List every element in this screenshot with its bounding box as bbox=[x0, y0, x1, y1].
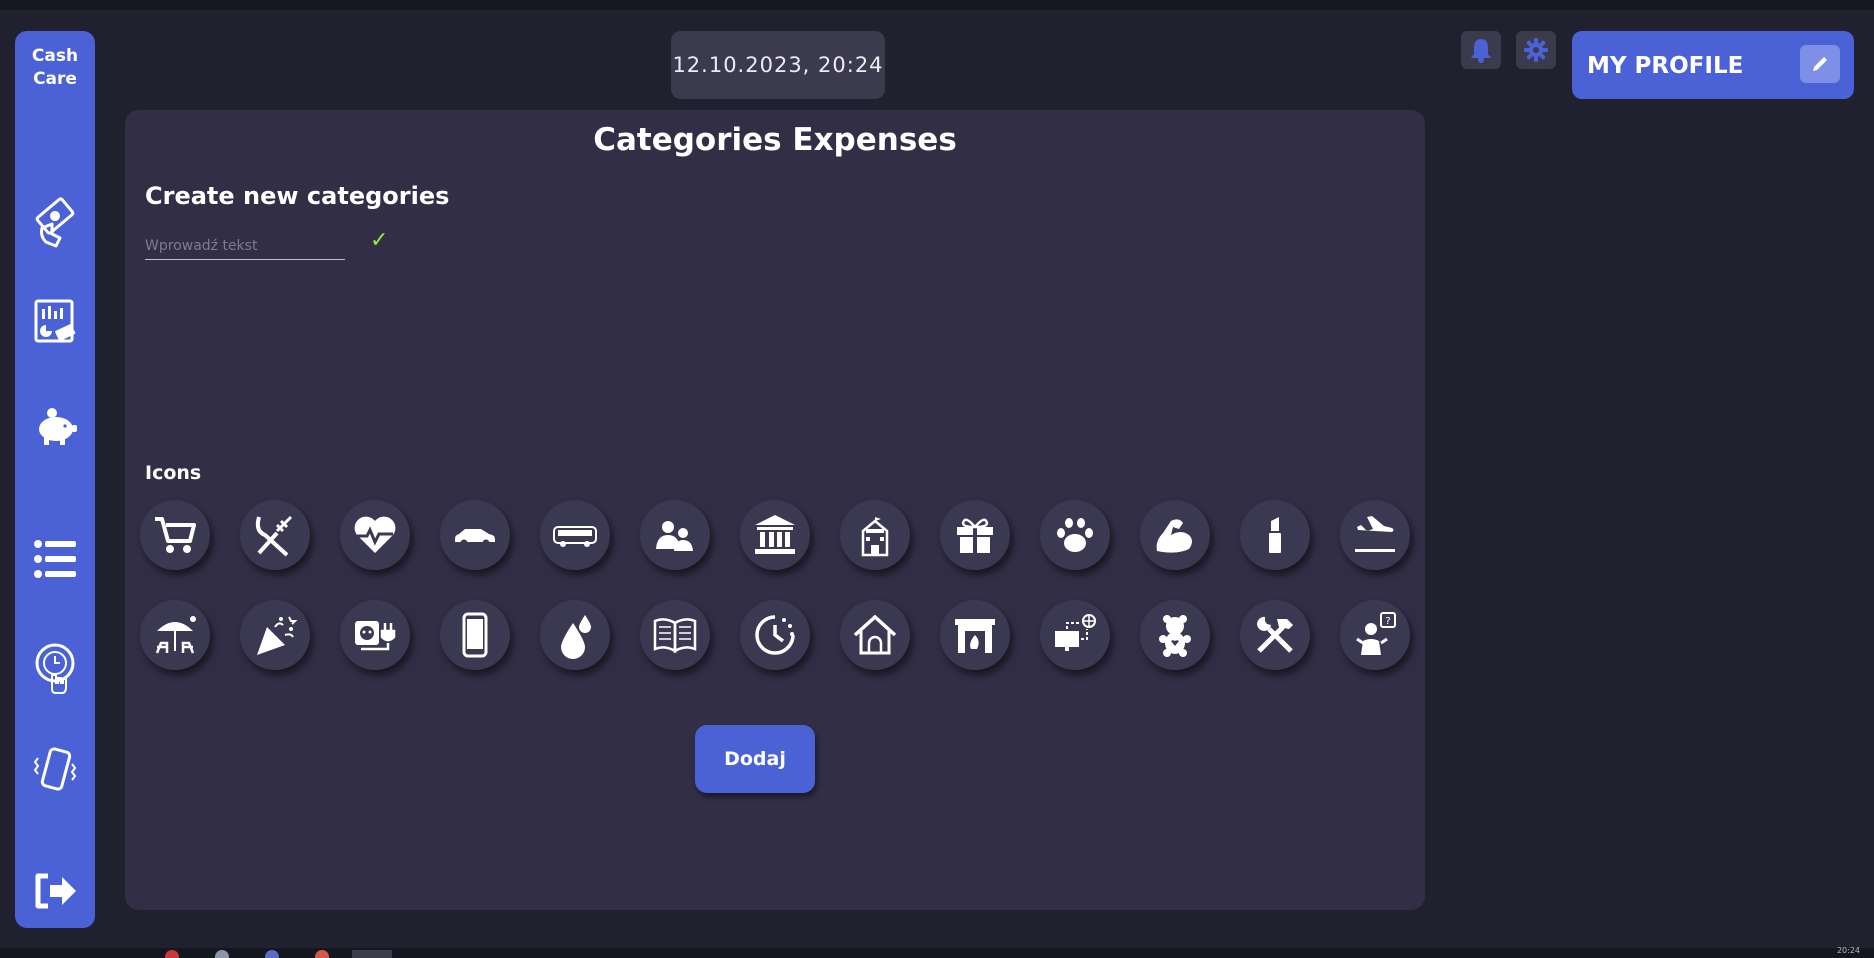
taskbar-app-icon[interactable] bbox=[265, 950, 279, 958]
sidebar-item-list[interactable] bbox=[32, 532, 78, 586]
reports-icon bbox=[34, 299, 76, 343]
icon-option-vacation[interactable] bbox=[140, 600, 210, 670]
icon-option-heating[interactable] bbox=[940, 600, 1010, 670]
muscle-icon bbox=[1156, 519, 1192, 553]
icon-option-repairs[interactable] bbox=[1240, 600, 1310, 670]
sidebar-item-savings[interactable] bbox=[32, 399, 78, 453]
brand-line-1: Cash bbox=[31, 46, 79, 66]
party-popper-icon bbox=[257, 616, 298, 655]
sidebar-item-recurring[interactable] bbox=[32, 641, 78, 695]
brand-logo: Cash Care bbox=[15, 45, 95, 91]
current-datetime: 12.10.2023, 20:24 bbox=[671, 31, 885, 99]
pencil-icon bbox=[1813, 57, 1827, 71]
person-question-icon: ? bbox=[1356, 612, 1396, 655]
sidebar: Cash Care bbox=[15, 31, 95, 928]
shopping-cart-icon bbox=[155, 517, 196, 553]
family-icon bbox=[656, 521, 693, 551]
icon-option-family[interactable] bbox=[640, 500, 710, 570]
fork-knife-icon bbox=[255, 515, 293, 557]
page-title: Categories Expenses bbox=[593, 122, 957, 158]
profile-label: MY PROFILE bbox=[1587, 53, 1744, 79]
open-book-icon bbox=[653, 618, 697, 654]
confirm-check-icon[interactable]: ✓ bbox=[370, 228, 388, 253]
logout-icon bbox=[35, 873, 76, 909]
category-name-input[interactable] bbox=[145, 233, 345, 260]
os-taskbar: 20:24 bbox=[0, 946, 1874, 958]
icon-option-pets[interactable] bbox=[1040, 500, 1110, 570]
brand-line-2: Care bbox=[33, 69, 77, 89]
icon-option-bus[interactable] bbox=[540, 500, 610, 570]
list-icon bbox=[34, 540, 76, 578]
taskbar-app-icon[interactable] bbox=[165, 950, 179, 958]
fireplace-icon bbox=[955, 619, 995, 653]
school-icon bbox=[861, 515, 889, 557]
icon-option-car[interactable] bbox=[440, 500, 510, 570]
bell-icon bbox=[1471, 39, 1491, 63]
electric-outlet-icon bbox=[355, 621, 396, 651]
tools-icon bbox=[1257, 616, 1293, 653]
icon-option-gift[interactable] bbox=[940, 500, 1010, 570]
logout-button[interactable] bbox=[32, 866, 78, 920]
icon-option-party[interactable] bbox=[240, 600, 310, 670]
taskbar-clock: 20:24 bbox=[1836, 946, 1860, 955]
icon-option-beauty[interactable] bbox=[1240, 500, 1310, 570]
icon-option-electricity[interactable] bbox=[340, 600, 410, 670]
plane-landing-icon bbox=[1355, 516, 1395, 552]
phone-vibrate-icon bbox=[33, 747, 77, 791]
smartphone-icon bbox=[462, 612, 488, 658]
taskbar-active-app[interactable] bbox=[352, 950, 392, 958]
icon-option-travel[interactable] bbox=[1340, 500, 1410, 570]
taskbar-app-icon[interactable] bbox=[315, 950, 329, 958]
piggy-bank-icon bbox=[39, 408, 77, 445]
svg-text:?: ? bbox=[1385, 616, 1390, 627]
add-category-button[interactable]: Dodaj bbox=[695, 725, 815, 793]
categories-panel: Categories Expenses Create new categorie… bbox=[125, 110, 1425, 910]
bus-icon bbox=[553, 526, 597, 547]
house-icon bbox=[853, 614, 897, 655]
notifications-button[interactable] bbox=[1461, 31, 1501, 69]
icons-label: Icons bbox=[145, 462, 202, 484]
edit-profile-button[interactable] bbox=[1800, 45, 1840, 83]
icon-option-water[interactable] bbox=[540, 600, 610, 670]
taskbar-app-icon[interactable] bbox=[215, 950, 229, 958]
icon-option-subscriptions[interactable] bbox=[740, 600, 810, 670]
icon-option-education[interactable] bbox=[640, 600, 710, 670]
settings-button[interactable] bbox=[1516, 31, 1556, 69]
my-profile-card[interactable]: MY PROFILE bbox=[1572, 31, 1854, 99]
sidebar-item-reports[interactable] bbox=[32, 297, 78, 351]
payment-hand-icon bbox=[35, 197, 75, 248]
bank-icon bbox=[755, 515, 795, 554]
icon-option-health[interactable] bbox=[340, 500, 410, 570]
icon-option-fitness[interactable] bbox=[1140, 500, 1210, 570]
icon-option-other[interactable]: ? bbox=[1340, 600, 1410, 670]
sidebar-item-mobile[interactable] bbox=[32, 744, 78, 798]
lipstick-icon bbox=[1269, 517, 1281, 553]
sidebar-item-payments[interactable] bbox=[32, 194, 78, 248]
icon-option-school[interactable] bbox=[840, 500, 910, 570]
teddy-bear-icon bbox=[1159, 615, 1191, 657]
computer-network-icon bbox=[1055, 614, 1096, 651]
beach-umbrella-icon bbox=[155, 616, 196, 654]
icon-option-internet[interactable] bbox=[1040, 600, 1110, 670]
paw-icon bbox=[1057, 518, 1093, 552]
icon-option-kids[interactable] bbox=[1140, 600, 1210, 670]
water-drop-icon bbox=[561, 615, 591, 659]
icon-option-bank[interactable] bbox=[740, 500, 810, 570]
gift-icon bbox=[957, 518, 993, 553]
clock-icon bbox=[755, 615, 795, 655]
gear-icon bbox=[1524, 38, 1548, 62]
heart-pulse-icon bbox=[354, 516, 396, 553]
recurring-time-icon bbox=[35, 643, 75, 694]
icon-option-phone[interactable] bbox=[440, 600, 510, 670]
icon-option-shopping[interactable] bbox=[140, 500, 210, 570]
icon-option-home[interactable] bbox=[840, 600, 910, 670]
window-top-bar bbox=[0, 0, 1874, 10]
car-icon bbox=[455, 529, 495, 547]
section-title: Create new categories bbox=[145, 182, 450, 210]
icon-option-food[interactable] bbox=[240, 500, 310, 570]
